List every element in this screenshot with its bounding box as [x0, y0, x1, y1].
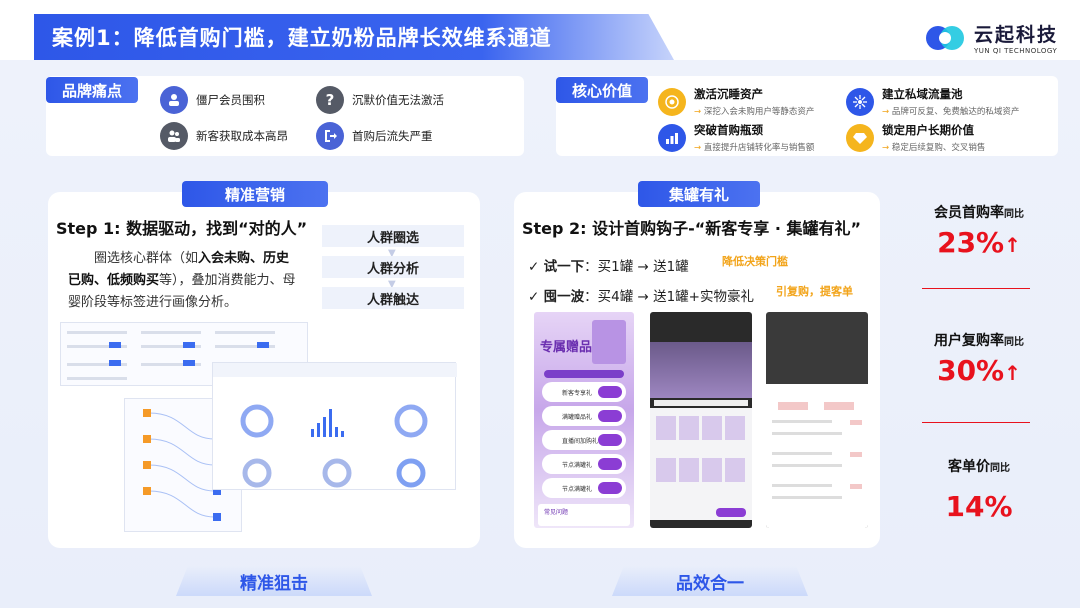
order-record-screenshot — [766, 312, 868, 528]
value-item-title: 建立私域流量池 — [882, 87, 963, 101]
stat-repurchase-label: 用户复购率同比 — [934, 333, 1024, 349]
bottom-tab-precision: 精准狙击 — [176, 566, 372, 596]
value-item-title: 突破首购瓶颈 — [694, 123, 763, 137]
value-item-title: 激活沉睡资产 — [694, 87, 763, 101]
up-arrow-icon: ↑ — [1004, 233, 1021, 257]
pain-points-label: 品牌痛点 — [46, 77, 138, 103]
target-icon — [658, 87, 686, 116]
pain-item-acquisition-cost: 新客获取成本高昂 — [160, 122, 288, 150]
page-title-bar: 案例1：降低首购门槛，建立奶粉品牌长效维系通道 — [34, 14, 674, 60]
company-logo: 云起科技 YUN QI TECHNOLOGY — [924, 20, 1058, 55]
gift-page-screenshot: 专属赠品礼 新客专享礼 满罐赠品礼 直播间加购礼 节点满罐礼 节点满罐礼 常见问… — [534, 312, 634, 528]
pain-item-label: 首购后流失严重 — [352, 129, 433, 143]
pain-item-zombie-members: 僵尸会员围积 — [160, 86, 265, 114]
stat-aov-label: 客单价同比 — [948, 459, 1010, 475]
page-title: 案例1：降低首购门槛，建立奶粉品牌长效维系通道 — [52, 26, 552, 50]
list-item: 节点满罐礼 — [542, 478, 626, 498]
value-item-subtitle: 稳定后续复购、交叉销售 — [891, 143, 986, 153]
stat-aov-value: 14% — [945, 490, 1013, 523]
logo-mark-icon — [925, 25, 964, 50]
offer-bulk: ✓ 囤一波：买4罐 → 送1罐+实物豪礼 — [528, 289, 754, 305]
value-item-private-pool: 建立私域流量池 → 品牌可反复、免费触达的私域资产 — [846, 86, 1019, 117]
offer-bulk-hint: 引复购，提客单 — [776, 285, 853, 298]
value-item-lifetime-value: 锁定用户长期价值 → 稳定后续复购、交叉销售 — [846, 122, 985, 153]
list-item: 直播间加购礼 — [542, 430, 626, 450]
value-item-activate-assets: 激活沉睡资产 → 深挖入会未购用户等静态资产 — [658, 86, 814, 117]
bottom-tab-brand-effect: 品效合一 — [612, 566, 808, 596]
up-arrow-icon: ↑ — [1004, 361, 1021, 385]
exit-icon — [316, 122, 344, 150]
list-item: 满罐赠品礼 — [542, 406, 626, 426]
pain-item-silent-value: ? 沉默价值无法激活 — [316, 86, 444, 114]
chart-icon — [658, 123, 686, 152]
member-icon — [160, 86, 188, 114]
list-item: 节点满罐礼 — [542, 454, 626, 474]
stat-divider — [922, 288, 1030, 289]
pain-item-churn: 首购后流失严重 — [316, 122, 433, 150]
flow-step-select: 人群圈选 — [322, 225, 464, 247]
network-icon — [846, 87, 874, 116]
offer-trial-hint: 降低决策门槛 — [722, 255, 788, 268]
stat-first-purchase-value: 23%↑ — [937, 226, 1021, 259]
logo-subtitle: YUN QI TECHNOLOGY — [973, 47, 1058, 55]
stat-repurchase-value: 30%↑ — [937, 354, 1021, 387]
pain-item-label: 新客获取成本高昂 — [196, 129, 288, 143]
step2-title: Step 2: 设计首购钩子-“新客专享 · 集罐有礼” — [522, 219, 862, 238]
value-item-first-purchase: 突破首购瓶颈 → 直接提升店铺转化率与销售额 — [658, 122, 814, 153]
step1-description: 圈选核心群体（如入会未购、历史 已购、低频购买等），叠加消费能力、母婴阶段等标签进… — [68, 251, 296, 310]
question-icon: ? — [316, 86, 344, 114]
value-item-subtitle: 品牌可反复、免费触达的私域资产 — [891, 107, 1020, 117]
can-gift-tag: 集罐有礼 — [638, 181, 760, 207]
value-item-subtitle: 深挖入会未购用户等静态资产 — [703, 107, 815, 117]
step1-title: Step 1: 数据驱动，找到“对的人” — [56, 219, 308, 238]
logo-name: 云起科技 — [973, 24, 1058, 46]
stat-divider — [922, 422, 1030, 423]
value-item-subtitle: 直接提升店铺转化率与销售额 — [703, 143, 815, 153]
product-selection-screenshot — [650, 312, 752, 528]
list-item: 新客专享礼 — [542, 382, 626, 402]
crowd-analysis-screenshot — [212, 362, 457, 490]
value-item-title: 锁定用户长期价值 — [882, 123, 974, 137]
flow-step-analyze: 人群分析 — [322, 256, 464, 278]
offer-trial: ✓ 试一下：买1罐 → 送1罐 — [528, 259, 689, 275]
core-value-label: 核心价值 — [556, 77, 648, 103]
stat-first-purchase-label: 会员首购率同比 — [934, 205, 1024, 221]
flow-step-reach: 人群触达 — [322, 287, 464, 309]
pain-item-label: 僵尸会员围积 — [196, 93, 265, 107]
pain-item-label: 沉默价值无法激活 — [352, 93, 444, 107]
precision-marketing-tag: 精准营销 — [182, 181, 328, 207]
diamond-icon — [846, 123, 874, 152]
phone-faq: 常见问题 — [544, 509, 569, 516]
users-icon — [160, 122, 188, 150]
